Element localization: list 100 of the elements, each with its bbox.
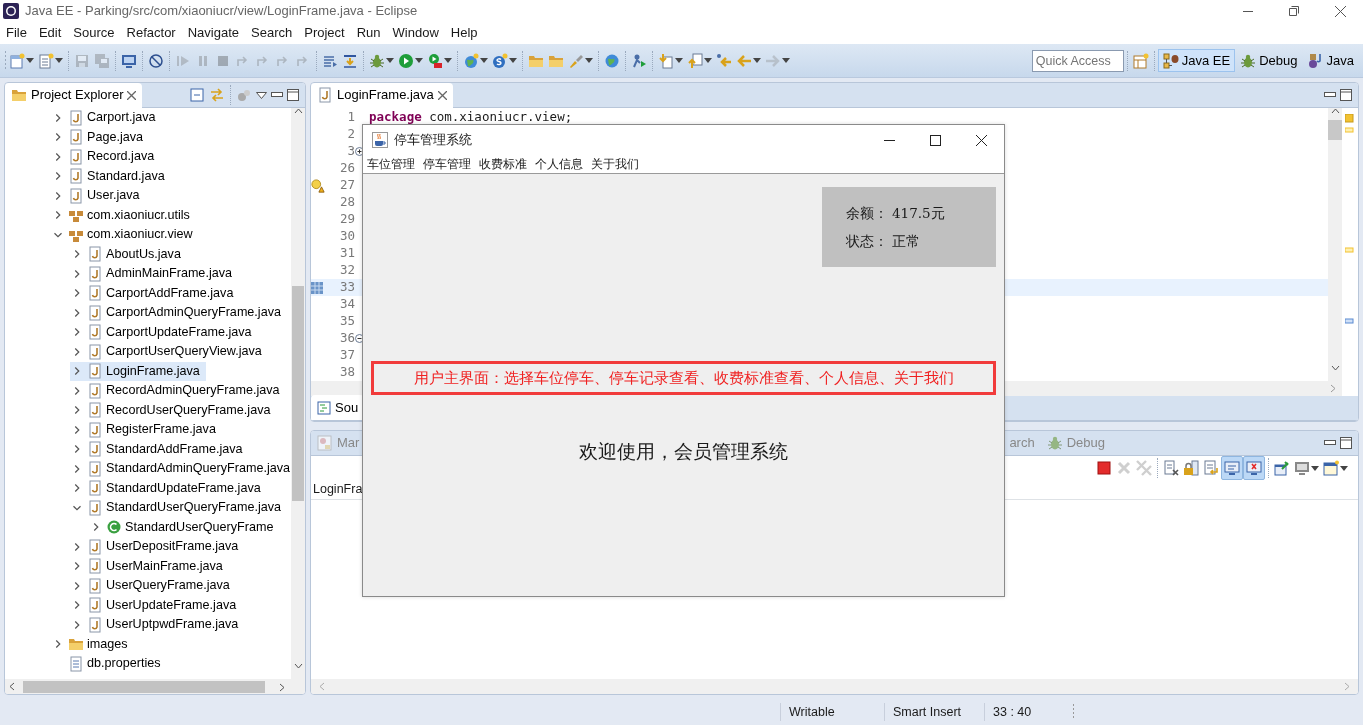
tree-item[interactable]: UserQueryFrame.java (70, 576, 236, 596)
class-icon (106, 519, 122, 536)
tree-item[interactable]: CarportAdminQueryFrame.java (70, 303, 287, 323)
tree-item[interactable]: Record.java (51, 147, 161, 167)
close-icon (1334, 5, 1346, 17)
tree-item[interactable]: RecordUserQueryFrame.java (70, 400, 277, 420)
tree-item[interactable]: com.xiaoniucr.view (51, 225, 199, 245)
caret-icon (585, 58, 593, 63)
tree-item[interactable]: StandardUserQueryFrame (89, 517, 280, 537)
tree-item[interactable]: StandardUpdateFrame.java (70, 478, 267, 498)
tree-item[interactable]: UserUptpwdFrame.java (70, 615, 245, 635)
menu-item[interactable]: File (0, 23, 33, 43)
perspective-button[interactable]: Debug (1235, 48, 1303, 73)
cross-icon (1116, 460, 1132, 476)
menu-item[interactable]: Project (298, 23, 351, 43)
tree-item[interactable]: CarportUserQueryView.java (70, 342, 268, 362)
console-icon (1224, 460, 1240, 476)
minimize-icon (1243, 10, 1253, 12)
down-arrow-sheet-icon (658, 52, 674, 69)
scrollbar[interactable] (291, 108, 305, 679)
tree-item[interactable]: CarportUpdateFrame.java (70, 322, 258, 342)
line-number: 2 (346, 125, 355, 144)
tree-item[interactable]: LoginFrame.java (70, 361, 206, 381)
caption-text: 用户主界面：选择车位停车、停车记录查看、收费标准查看、个人信息、关于我们 (371, 361, 996, 395)
tree-item[interactable]: Carport.java (51, 108, 162, 128)
java-file-icon (87, 577, 103, 594)
menu-item[interactable]: 车位管理 (363, 155, 419, 173)
tree-item[interactable]: User.java (51, 186, 146, 206)
bug-icon (1240, 52, 1257, 69)
menu-item[interactable]: 关于我们 (587, 155, 643, 173)
scrollbar[interactable] (1328, 108, 1342, 381)
bug-icon (369, 52, 385, 69)
shapes-icon (1307, 52, 1324, 69)
editor-tab[interactable]: Sou (311, 395, 365, 420)
menu-item[interactable]: Refactor (120, 23, 182, 43)
tree-item[interactable]: Page.java (51, 127, 149, 147)
menu-item[interactable]: Window (386, 23, 445, 43)
tree-item[interactable]: RecordAdminQueryFrame.java (70, 381, 286, 401)
minimize-icon (883, 139, 895, 141)
toolbar-button[interactable] (1221, 456, 1243, 480)
folder-icon (11, 87, 27, 103)
caret-icon (1340, 465, 1348, 471)
tree-item[interactable]: UserDepositFrame.java (70, 537, 245, 557)
scrollbar-thumb[interactable] (292, 286, 305, 501)
scroll-up-icon (293, 108, 303, 114)
tree-item[interactable]: UserMainFrame.java (70, 556, 229, 576)
scrollbar[interactable] (5, 679, 305, 694)
line-number: 38 (338, 363, 355, 381)
line-number: 30 (338, 227, 355, 246)
menu-item[interactable]: Help (444, 23, 484, 43)
caret-icon (675, 58, 683, 63)
caret-icon (26, 58, 34, 63)
minimize-icon (1324, 91, 1336, 99)
line-number: 28 (338, 193, 355, 212)
editor-tab[interactable]: LoginFrame.java (311, 83, 453, 108)
menu-item[interactable]: Run (350, 23, 387, 43)
tree-item[interactable]: AdminMainFrame.java (70, 264, 238, 284)
tree-item[interactable]: StandardAddFrame.java (70, 439, 249, 459)
tree-item[interactable]: StandardAdminQueryFrame.java (70, 459, 292, 479)
line-number: 26 (338, 159, 355, 178)
caret-icon (415, 58, 423, 63)
welcome-text: 欢迎使用，会员管理系统 (579, 439, 788, 464)
perspective-button[interactable]: Java (1302, 48, 1359, 73)
java-file-icon (87, 285, 103, 302)
java-file-icon (87, 304, 103, 321)
menu-item[interactable]: Search (245, 23, 299, 43)
menu-item[interactable]: Source (67, 23, 121, 43)
tree-item[interactable]: images (51, 634, 134, 654)
close-icon (975, 134, 987, 146)
menu-item[interactable]: 收费标准 (475, 155, 531, 173)
menu-item[interactable]: Navigate (181, 23, 245, 43)
tree-item[interactable]: AboutUs.java (70, 244, 187, 264)
scrollbar-thumb[interactable] (23, 680, 265, 693)
tree-item[interactable]: RegisterFrame.java (70, 420, 222, 440)
toolbar-button[interactable] (1243, 456, 1265, 480)
console-title: LoginFra (313, 482, 363, 496)
tree-item[interactable]: UserUpdateFrame.java (70, 595, 243, 615)
java-file-icon (87, 597, 103, 614)
scroll-left-icon (319, 682, 325, 691)
eclipse-logo-icon (3, 3, 19, 19)
panel-tab[interactable]: Project Explorer (5, 83, 143, 108)
window-icon (1323, 460, 1339, 476)
tree-item[interactable]: com.xiaoniucr.utils (51, 205, 196, 225)
source-icon (317, 400, 331, 415)
scrollbar[interactable] (311, 679, 1358, 694)
menu-item[interactable]: 停车管理 (419, 155, 475, 173)
tree-item[interactable]: StandardUserQueryFrame.java (70, 498, 287, 518)
console-cross-icon (1246, 460, 1262, 476)
cup-icon (372, 132, 388, 148)
maximize-icon (929, 134, 941, 146)
tree-item[interactable]: db.properties (51, 654, 167, 674)
scroll-right-icon (1330, 384, 1336, 393)
quick-access-field[interactable]: Quick Access (1031, 49, 1124, 72)
java-file-icon (87, 265, 103, 282)
scrollbar-thumb[interactable] (1328, 120, 1342, 140)
menu-item[interactable]: 个人信息 (531, 155, 587, 173)
menu-item[interactable]: Edit (32, 23, 68, 43)
perspective-button[interactable]: Java EE (1157, 48, 1236, 73)
tree-item[interactable]: CarportAddFrame.java (70, 283, 240, 303)
tree-item[interactable]: Standard.java (51, 166, 171, 186)
